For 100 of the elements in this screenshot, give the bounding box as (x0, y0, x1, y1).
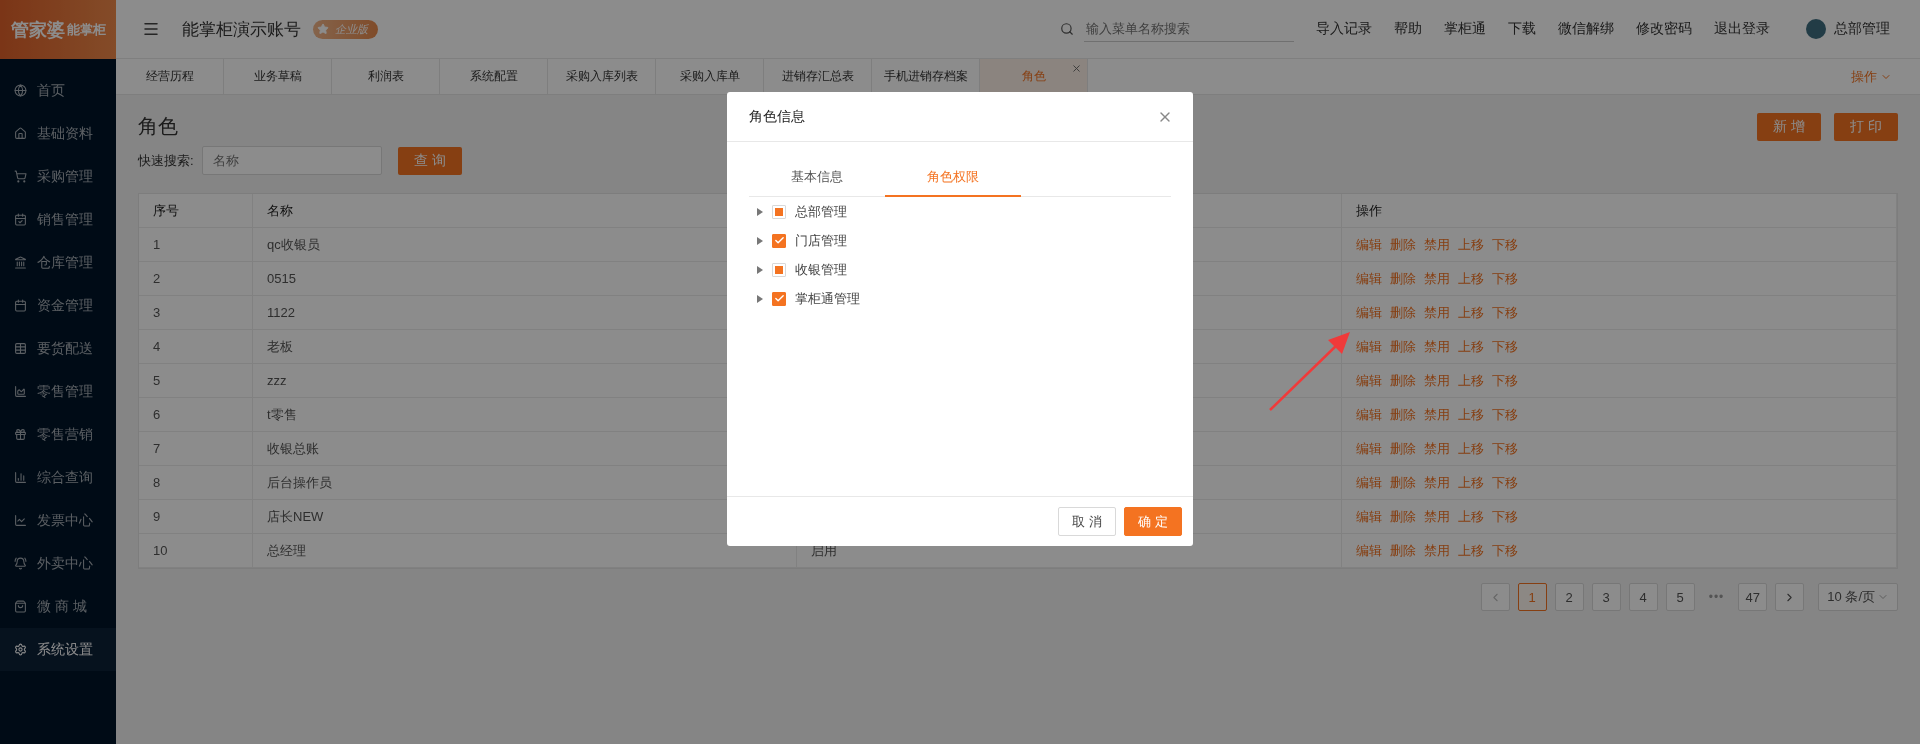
row-action-link[interactable]: 下移 (1492, 507, 1518, 526)
row-action-link[interactable]: 删除 (1390, 405, 1416, 424)
page-button[interactable]: 47 (1738, 583, 1768, 611)
tab-actions-menu[interactable]: 操作 (1851, 59, 1920, 94)
row-action-link[interactable]: 编辑 (1356, 439, 1382, 458)
row-action-link[interactable]: 删除 (1390, 337, 1416, 356)
page-button[interactable]: 3 (1591, 583, 1621, 611)
sidebar-item[interactable]: 零售管理 (0, 370, 116, 413)
name-search-field[interactable]: 名称 (201, 146, 382, 175)
row-action-link[interactable]: 禁用 (1424, 235, 1450, 254)
row-action-link[interactable]: 删除 (1390, 303, 1416, 322)
toolbar-button[interactable]: 新 增 (1757, 113, 1822, 141)
sidebar-item[interactable]: 基础资料 (0, 112, 116, 155)
tree-label[interactable]: 掌柜通管理 (795, 289, 860, 308)
row-action-link[interactable]: 删除 (1390, 371, 1416, 390)
toolbar-button[interactable]: 打 印 (1834, 113, 1898, 141)
close-icon[interactable] (1071, 63, 1082, 74)
row-action-link[interactable]: 下移 (1492, 337, 1518, 356)
caret-right-icon[interactable] (757, 236, 763, 245)
header-link[interactable]: 微信解绑 (1558, 20, 1614, 38)
sidebar-item[interactable]: 采购管理 (0, 155, 116, 198)
sidebar-item[interactable]: 发票中心 (0, 499, 116, 542)
row-action-link[interactable]: 编辑 (1356, 371, 1382, 390)
row-action-link[interactable]: 下移 (1492, 235, 1518, 254)
row-action-link[interactable]: 编辑 (1356, 269, 1382, 288)
sidebar-item[interactable]: 首页 (0, 69, 116, 112)
sidebar-item[interactable]: 外卖中心 (0, 542, 116, 585)
row-action-link[interactable]: 删除 (1390, 269, 1416, 288)
page-ellipsis[interactable]: ••• (1702, 590, 1731, 604)
row-action-link[interactable]: 编辑 (1356, 235, 1382, 254)
row-action-link[interactable]: 删除 (1390, 439, 1416, 458)
row-action-link[interactable]: 上移 (1458, 235, 1484, 254)
header-link[interactable]: 修改密码 (1636, 20, 1692, 38)
row-action-link[interactable]: 上移 (1458, 303, 1484, 322)
row-action-link[interactable]: 禁用 (1424, 337, 1450, 356)
sidebar-item[interactable]: 销售管理 (0, 198, 116, 241)
page-button[interactable]: 2 (1554, 583, 1584, 611)
tree-label[interactable]: 总部管理 (795, 202, 847, 221)
row-action-link[interactable]: 下移 (1492, 269, 1518, 288)
row-action-link[interactable]: 下移 (1492, 439, 1518, 458)
row-action-link[interactable]: 上移 (1458, 541, 1484, 560)
row-action-link[interactable]: 下移 (1492, 473, 1518, 492)
row-action-link[interactable]: 禁用 (1424, 439, 1450, 458)
tree-label[interactable]: 收银管理 (795, 260, 847, 279)
header-link[interactable]: 帮助 (1394, 20, 1422, 38)
row-action-link[interactable]: 禁用 (1424, 473, 1450, 492)
row-action-link[interactable]: 上移 (1458, 507, 1484, 526)
sidebar-item[interactable]: 资金管理 (0, 284, 116, 327)
row-action-link[interactable]: 编辑 (1356, 473, 1382, 492)
row-action-link[interactable]: 上移 (1458, 439, 1484, 458)
row-action-link[interactable]: 上移 (1458, 269, 1484, 288)
query-button[interactable]: 查 询 (397, 146, 462, 175)
row-action-link[interactable]: 下移 (1492, 371, 1518, 390)
user-name[interactable]: 总部管理 (1834, 20, 1890, 38)
row-action-link[interactable]: 下移 (1492, 303, 1518, 322)
row-action-link[interactable]: 禁用 (1424, 507, 1450, 526)
row-action-link[interactable]: 上移 (1458, 371, 1484, 390)
row-action-link[interactable]: 上移 (1458, 405, 1484, 424)
row-action-link[interactable]: 删除 (1390, 541, 1416, 560)
checkbox[interactable] (772, 291, 786, 306)
page-tab[interactable]: 角色 (980, 59, 1088, 94)
row-action-link[interactable]: 下移 (1492, 541, 1518, 560)
caret-right-icon[interactable] (757, 265, 763, 274)
row-action-link[interactable]: 禁用 (1424, 269, 1450, 288)
row-action-link[interactable]: 上移 (1458, 337, 1484, 356)
sidebar-item[interactable]: 微 商 城 (0, 585, 116, 628)
caret-right-icon[interactable] (757, 207, 763, 216)
sidebar-item[interactable]: 仓库管理 (0, 241, 116, 284)
avatar-icon[interactable] (1806, 19, 1826, 39)
header-link[interactable]: 下载 (1508, 20, 1536, 38)
dialog-tab[interactable]: 角色权限 (885, 168, 1021, 197)
row-action-link[interactable]: 删除 (1390, 507, 1416, 526)
row-action-link[interactable]: 编辑 (1356, 303, 1382, 322)
row-action-link[interactable]: 上移 (1458, 473, 1484, 492)
sidebar-item[interactable]: 综合查询 (0, 456, 116, 499)
row-action-link[interactable]: 删除 (1390, 235, 1416, 254)
row-action-link[interactable]: 禁用 (1424, 541, 1450, 560)
row-action-link[interactable]: 编辑 (1356, 541, 1382, 560)
page-button[interactable]: 5 (1665, 583, 1695, 611)
header-link[interactable]: 掌柜通 (1444, 20, 1486, 38)
header-link[interactable]: 退出登录 (1714, 20, 1770, 38)
page-button[interactable]: 1 (1517, 583, 1547, 611)
sidebar-item[interactable]: 要货配送 (0, 327, 116, 370)
row-action-link[interactable]: 下移 (1492, 405, 1518, 424)
row-action-link[interactable]: 编辑 (1356, 507, 1382, 526)
tree-label[interactable]: 门店管理 (795, 231, 847, 250)
caret-right-icon[interactable] (757, 294, 763, 303)
row-action-link[interactable]: 禁用 (1424, 371, 1450, 390)
cancel-button[interactable]: 取 消 (1058, 507, 1116, 536)
sidebar-item[interactable]: 零售营销 (0, 413, 116, 456)
page-button[interactable]: 4 (1628, 583, 1658, 611)
row-action-link[interactable]: 编辑 (1356, 337, 1382, 356)
checkbox[interactable] (772, 233, 786, 248)
row-action-link[interactable]: 禁用 (1424, 303, 1450, 322)
row-action-link[interactable]: 删除 (1390, 473, 1416, 492)
header-link[interactable]: 导入记录 (1316, 20, 1372, 38)
confirm-button[interactable]: 确 定 (1124, 507, 1182, 536)
row-action-link[interactable]: 禁用 (1424, 405, 1450, 424)
row-action-link[interactable]: 编辑 (1356, 405, 1382, 424)
page-size-select[interactable]: 10 条/页 (1818, 583, 1898, 611)
